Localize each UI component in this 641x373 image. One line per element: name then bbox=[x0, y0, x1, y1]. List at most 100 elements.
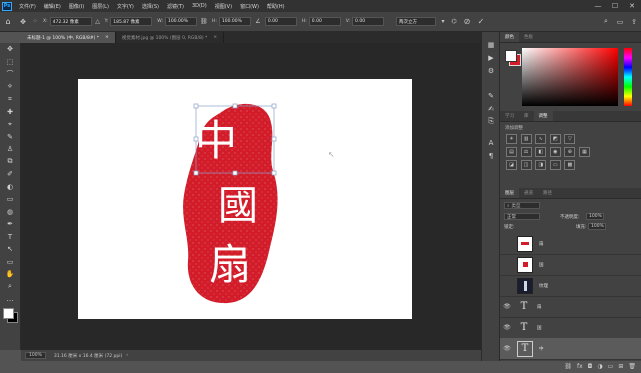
new-layer-icon[interactable]: ⊞ bbox=[618, 363, 623, 370]
color-balance-icon[interactable]: ⚖ bbox=[520, 147, 532, 157]
eye-icon[interactable]: 👁 bbox=[500, 303, 514, 310]
brush-settings-icon[interactable]: ✍ bbox=[482, 102, 500, 115]
hue-slider[interactable] bbox=[624, 48, 632, 106]
tab-untitled[interactable]: 未标题-1 @ 100% (中, RGB/8#) * × bbox=[21, 32, 116, 43]
layer-row[interactable]: 国 bbox=[500, 254, 641, 276]
brightness-icon[interactable]: ☀ bbox=[506, 134, 517, 144]
clone-source-icon[interactable]: ⎘ bbox=[482, 115, 500, 128]
menu-image[interactable]: 图像(I) bbox=[65, 3, 88, 10]
tab-channels[interactable]: 通道 bbox=[519, 188, 538, 198]
opacity-field[interactable]: 100% bbox=[586, 213, 604, 220]
x-field[interactable]: 472.32 像素 bbox=[49, 17, 92, 26]
vskew-field[interactable]: 0.00 bbox=[352, 17, 385, 26]
link-layers-icon[interactable]: ⛓ bbox=[564, 363, 572, 370]
share-icon[interactable]: ⇪ bbox=[628, 18, 640, 26]
more-tools-icon[interactable]: … bbox=[0, 293, 20, 306]
chevron-down-icon[interactable]: ▾ bbox=[438, 18, 448, 25]
photo-filter-icon[interactable]: ◉ bbox=[549, 147, 561, 157]
menu-edit[interactable]: 编辑(E) bbox=[40, 3, 65, 10]
pen-tool-icon[interactable]: ✒ bbox=[0, 218, 20, 231]
tab-adjustments[interactable]: 调整 bbox=[533, 111, 553, 121]
eye-icon[interactable]: 👁 bbox=[500, 324, 514, 331]
eyedropper-tool-icon[interactable]: ⌖ bbox=[0, 118, 20, 131]
document-canvas[interactable]: 中 國 扇 bbox=[78, 79, 412, 319]
shape-tool-icon[interactable]: ▭ bbox=[0, 256, 20, 269]
black-white-icon[interactable]: ◧ bbox=[535, 147, 547, 157]
invert-icon[interactable]: ◪ bbox=[506, 160, 517, 170]
layer-filter-select[interactable]: ⌕ 类型 bbox=[504, 202, 540, 209]
threshold-icon[interactable]: ◨ bbox=[535, 160, 547, 170]
workspace-icon[interactable]: ▭ bbox=[614, 18, 626, 26]
path-select-tool-icon[interactable]: ↖ bbox=[0, 243, 20, 256]
properties-icon[interactable]: ⚙ bbox=[482, 64, 500, 77]
height-field[interactable]: 100.00% bbox=[218, 17, 251, 26]
levels-icon[interactable]: ▥ bbox=[520, 134, 532, 144]
actions-icon[interactable]: ▶ bbox=[482, 51, 500, 64]
close-icon[interactable]: × bbox=[105, 35, 109, 40]
delta-icon[interactable]: △ bbox=[94, 18, 102, 25]
frame-tool-icon[interactable]: ✚ bbox=[0, 106, 20, 119]
group-icon[interactable]: ▭ bbox=[608, 363, 614, 370]
marquee-tool-icon[interactable]: ⬚ bbox=[0, 56, 20, 69]
brush-icon[interactable]: ✎ bbox=[482, 89, 500, 102]
hue-saturation-icon[interactable]: ▤ bbox=[506, 147, 517, 157]
tab-learn[interactable]: 学习 bbox=[500, 111, 519, 121]
minimize-button[interactable]: — bbox=[590, 0, 606, 12]
fill-field[interactable]: 100% bbox=[588, 223, 606, 230]
fx-icon[interactable]: fx bbox=[577, 363, 583, 370]
layer-row-selected[interactable]: 👁 T 中 bbox=[500, 338, 641, 360]
zoom-tool-icon[interactable]: ⌕ bbox=[0, 281, 20, 294]
fg-color-swatch[interactable] bbox=[505, 50, 517, 62]
cancel-transform-icon[interactable]: ⊘ bbox=[460, 17, 474, 26]
channel-mixer-icon[interactable]: ⊕ bbox=[564, 147, 576, 157]
layer-row[interactable]: 👁 T 国 bbox=[500, 317, 641, 339]
reference-point-icon[interactable]: ⁘ bbox=[30, 18, 40, 25]
stamp-tool-icon[interactable]: ♙ bbox=[0, 143, 20, 156]
layer-row[interactable]: 👁 T 扇 bbox=[500, 296, 641, 318]
menu-layer[interactable]: 图层(L) bbox=[88, 3, 113, 10]
color-lookup-icon[interactable]: ▦ bbox=[578, 147, 590, 157]
eye-icon[interactable]: 👁 bbox=[500, 345, 514, 352]
tab-paths[interactable]: 路径 bbox=[538, 188, 557, 198]
selective-color-icon[interactable]: ▩ bbox=[564, 160, 576, 170]
move-tool-preset-icon[interactable]: ✥ bbox=[16, 18, 30, 26]
crop-tool-icon[interactable]: ⌗ bbox=[0, 93, 20, 106]
menu-3d[interactable]: 3D(D) bbox=[188, 3, 211, 9]
layer-row[interactable]: 扇 bbox=[500, 233, 641, 255]
interpolation-select[interactable]: 两次立方 bbox=[396, 17, 437, 26]
dodge-tool-icon[interactable]: ◍ bbox=[0, 206, 20, 219]
history-brush-tool-icon[interactable]: ⧉ bbox=[0, 156, 20, 169]
menu-select[interactable]: 选择(S) bbox=[138, 3, 163, 10]
tab-layers[interactable]: 图层 bbox=[500, 188, 519, 198]
quick-select-tool-icon[interactable]: ⟡ bbox=[0, 81, 20, 94]
home-icon[interactable]: ⌂ bbox=[0, 17, 16, 26]
paragraph-icon[interactable]: ¶ bbox=[482, 149, 500, 162]
menu-filter[interactable]: 滤镜(T) bbox=[163, 3, 188, 10]
width-field[interactable]: 100.00% bbox=[164, 17, 197, 26]
trash-icon[interactable]: 🗑 bbox=[628, 363, 636, 370]
tab-color[interactable]: 颜色 bbox=[500, 32, 519, 42]
menu-view[interactable]: 视图(V) bbox=[211, 3, 236, 10]
move-tool-icon[interactable]: ✥ bbox=[0, 43, 20, 56]
exposure-icon[interactable]: ◩ bbox=[549, 134, 561, 144]
angle-field[interactable]: 0.00 bbox=[264, 17, 297, 26]
zoom-level[interactable]: 100% bbox=[25, 352, 46, 359]
warp-icon[interactable]: ⌬ bbox=[448, 18, 460, 25]
commit-transform-icon[interactable]: ✓ bbox=[474, 17, 488, 26]
menu-window[interactable]: 窗口(W) bbox=[236, 3, 263, 10]
vibrance-icon[interactable]: ▽ bbox=[564, 134, 576, 144]
mask-icon[interactable]: ◘ bbox=[588, 363, 593, 370]
layer-row[interactable]: 纹理 bbox=[500, 275, 641, 297]
close-icon[interactable]: × bbox=[213, 35, 217, 40]
foreground-color-swatch[interactable] bbox=[3, 307, 14, 319]
menu-file[interactable]: 文件(F) bbox=[15, 3, 40, 10]
maximize-button[interactable]: ☐ bbox=[607, 0, 623, 12]
menu-type[interactable]: 文字(Y) bbox=[113, 3, 138, 10]
hskew-field[interactable]: 0.00 bbox=[308, 17, 341, 26]
curves-icon[interactable]: ∿ bbox=[535, 134, 547, 144]
healing-brush-tool-icon[interactable]: ✎ bbox=[0, 131, 20, 144]
eraser-tool-icon[interactable]: ✐ bbox=[0, 168, 20, 181]
menu-help[interactable]: 帮助(H) bbox=[263, 3, 289, 10]
history-icon[interactable]: ▦ bbox=[482, 38, 500, 51]
blur-tool-icon[interactable]: ▭ bbox=[0, 193, 20, 206]
